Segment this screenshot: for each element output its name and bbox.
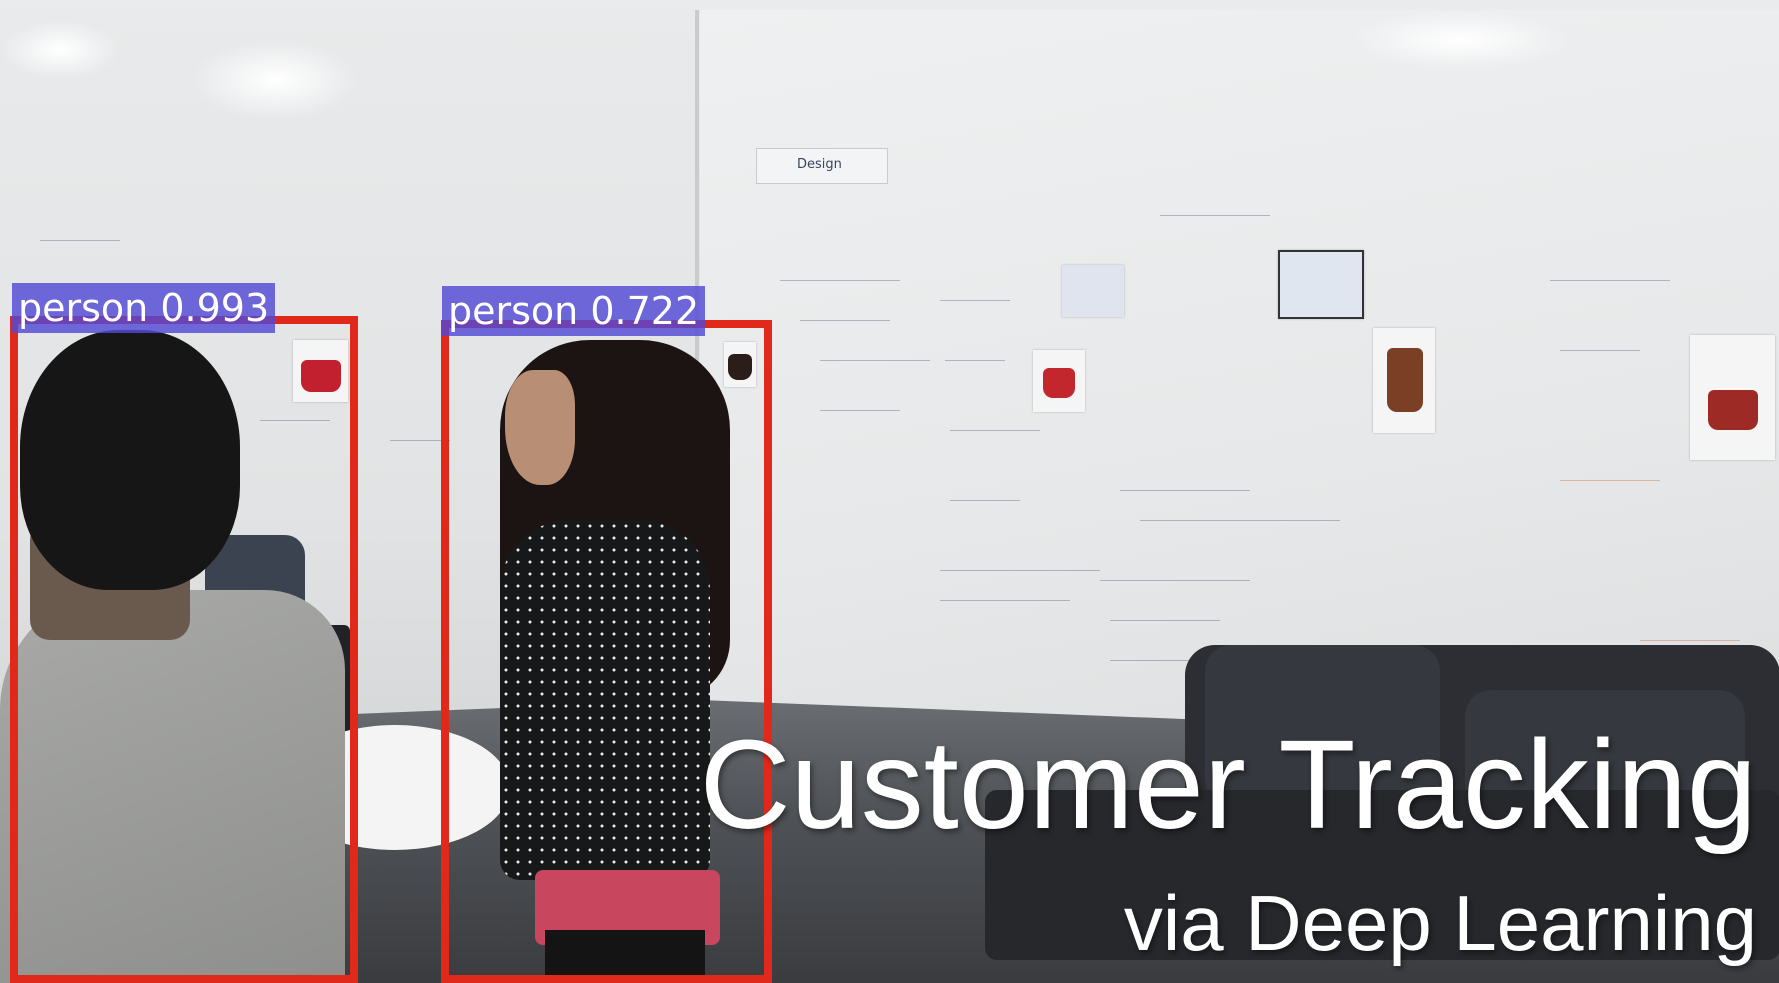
whiteboard-sign-text: Design	[797, 157, 842, 172]
wall-printout	[1278, 250, 1364, 319]
handbag-photo	[1690, 335, 1775, 460]
office-photo: Design person 0.993 person 0.722 Custome…	[0, 0, 1779, 983]
handbag-photo	[1373, 328, 1435, 433]
overlay-subtitle: via Deep Learning	[1123, 879, 1757, 967]
handbag-photo	[1033, 350, 1085, 412]
detection-box-person-2	[441, 320, 772, 983]
ceiling-light-reflection	[0, 20, 120, 80]
ceiling-light-reflection	[190, 40, 360, 120]
wall-printout	[1062, 265, 1124, 317]
detection-label-person-1: person 0.993	[12, 283, 276, 333]
detection-label-person-2: person 0.722	[442, 286, 706, 336]
whiteboard-sign: Design	[756, 148, 888, 184]
detection-box-person-1	[10, 316, 358, 983]
overlay-title: Customer Tracking	[699, 714, 1757, 855]
ceiling-light-reflection	[1350, 10, 1570, 70]
